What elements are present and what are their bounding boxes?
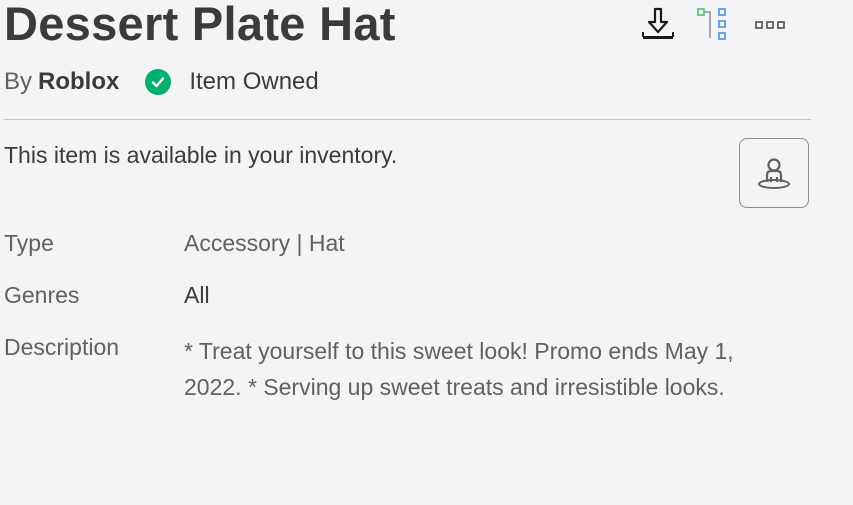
hierarchy-button[interactable]	[692, 6, 736, 44]
description-label: Description	[4, 334, 120, 360]
divider	[4, 119, 811, 120]
item-title: Dessert Plate Hat	[4, 0, 396, 50]
genres-value: All	[184, 282, 210, 308]
item-details-page: Dessert Plate Hat By Roblox Item Owned T…	[0, 0, 853, 505]
more-options-icon	[755, 21, 785, 29]
more-options-button[interactable]	[748, 6, 792, 44]
genres-label: Genres	[4, 282, 80, 308]
download-icon	[642, 7, 674, 39]
download-button[interactable]	[636, 6, 680, 44]
creator-line: By Roblox Item Owned	[4, 68, 319, 96]
availability-text: This item is available in your inventory…	[4, 142, 398, 168]
item-toolbar	[636, 6, 792, 44]
type-value: Accessory | Hat	[184, 230, 345, 256]
by-label: By	[4, 68, 33, 95]
check-icon	[145, 69, 172, 95]
description-value: * Treat yourself to this sweet look! Pro…	[184, 338, 734, 400]
type-label: Type	[4, 230, 54, 256]
item-owned-label: Item Owned	[189, 68, 319, 95]
hierarchy-icon	[697, 8, 726, 40]
avatar-try-on-icon	[758, 158, 790, 189]
try-on-button[interactable]	[739, 138, 809, 208]
creator-link[interactable]: Roblox	[38, 68, 119, 96]
